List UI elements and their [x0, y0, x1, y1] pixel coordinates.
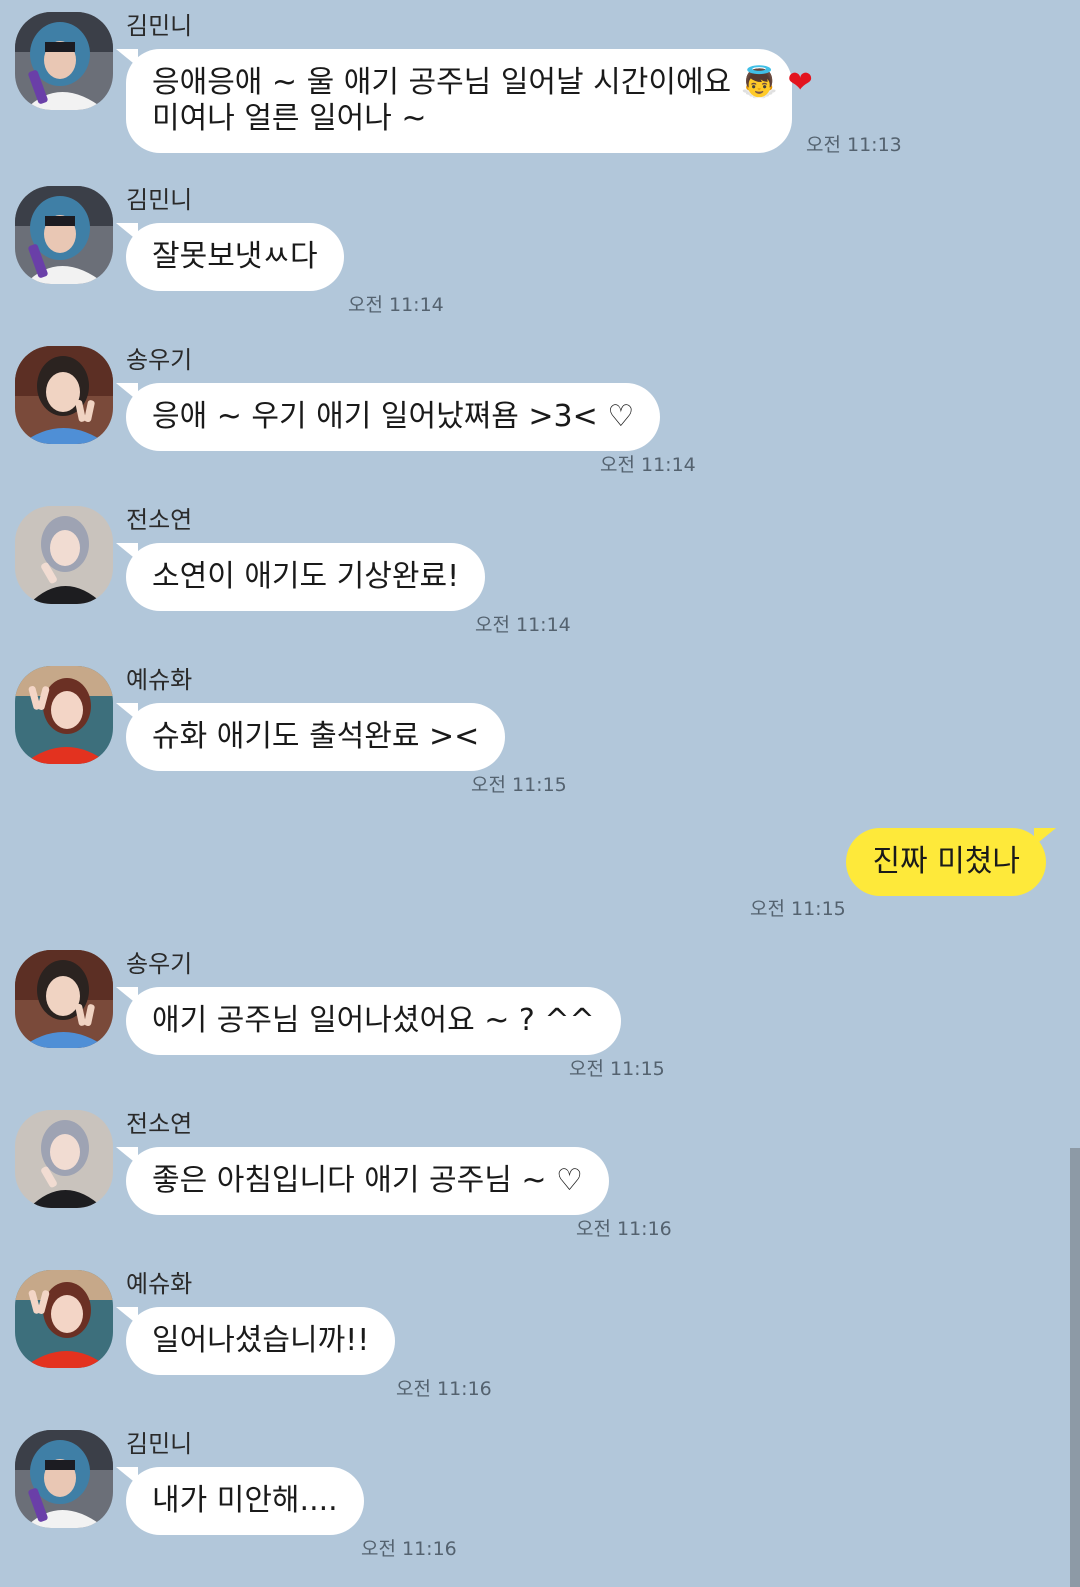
avatar[interactable] — [15, 1430, 113, 1528]
message-text: 응애응애 ~ 울 애기 공주님 일어날 시간이에요 — [152, 65, 732, 100]
avatar-silver-hair-icon — [15, 1110, 113, 1208]
avatar-red-outfit-icon — [15, 1270, 113, 1368]
avatar[interactable] — [15, 186, 113, 284]
message-text: 소연이 애기도 기상완료! — [152, 559, 460, 594]
message-text: 슈화 애기도 출석완료 >< — [152, 719, 480, 754]
avatar[interactable] — [15, 1270, 113, 1368]
sender-name: 예슈화 — [126, 1270, 193, 1298]
sender-name: 김민니 — [126, 12, 193, 40]
message-timestamp: 오전 11:14 — [348, 294, 444, 316]
sender-name: 전소연 — [126, 1110, 193, 1138]
sender-name: 송우기 — [126, 950, 193, 978]
message-text: 내가 미안해.... — [152, 1483, 338, 1518]
message-timestamp: 오전 11:15 — [569, 1058, 665, 1080]
message-text: 진짜 미쳤나 — [872, 844, 1020, 879]
message-bubble[interactable]: 좋은 아침입니다 애기 공주님 ~ ♡ — [116, 1147, 609, 1215]
avatar[interactable] — [15, 506, 113, 604]
message-timestamp: 오전 11:14 — [475, 614, 571, 636]
message-timestamp: 오전 11:15 — [750, 898, 846, 920]
message-text: 일어나셨습니까!! — [152, 1323, 370, 1358]
message-bubble[interactable]: 내가 미안해.... — [116, 1467, 364, 1535]
avatar[interactable] — [15, 666, 113, 764]
message-text: 좋은 아침입니다 애기 공주님 ~ ♡ — [152, 1163, 583, 1198]
message-text: 애기 공주님 일어나셨어요 ~ ? ^^ — [152, 1003, 595, 1038]
message-bubble[interactable]: 응애응애 ~ 울 애기 공주님 일어날 시간이에요 👼 ❤ 미여나 얼른 일어나… — [116, 49, 813, 153]
avatar-peace-sign-icon — [15, 346, 113, 444]
message-bubble[interactable]: 일어나셨습니까!! — [115, 1307, 396, 1375]
red-heart-emoji: ❤ — [787, 65, 813, 100]
message-timestamp: 오전 11:16 — [576, 1218, 672, 1240]
my-message-bubble[interactable]: 진짜 미쳤나 — [846, 828, 1056, 896]
message-timestamp: 오전 11:14 — [600, 454, 696, 476]
baby-angel-emoji: 👼 — [740, 65, 779, 100]
scrollbar[interactable] — [1070, 1148, 1080, 1587]
avatar[interactable] — [15, 12, 113, 110]
avatar[interactable] — [15, 346, 113, 444]
message-bubble[interactable]: 잘못보냇ㅆ다 — [116, 223, 344, 291]
sender-name: 김민니 — [126, 1430, 193, 1458]
message-bubble[interactable]: 소연이 애기도 기상완료! — [115, 543, 486, 611]
avatar-blue-hood-icon — [15, 186, 113, 284]
message-timestamp: 오전 11:16 — [396, 1378, 492, 1400]
sender-name: 송우기 — [126, 346, 193, 374]
message-bubble[interactable]: 응애 ~ 우기 애기 일어났쪄욤 >3< ♡ — [115, 383, 661, 451]
message-text: 미여나 얼른 일어나 ~ — [152, 101, 427, 136]
message-bubble[interactable]: 슈화 애기도 출석완료 >< — [115, 703, 506, 771]
avatar-red-outfit-icon — [15, 666, 113, 764]
message-text: 응애 ~ 우기 애기 일어났쪄욤 >3< ♡ — [152, 399, 635, 434]
avatar[interactable] — [15, 1110, 113, 1208]
avatar-blue-hood-icon — [15, 12, 113, 110]
sender-name: 전소연 — [126, 506, 193, 534]
sender-name: 예슈화 — [126, 666, 193, 694]
message-timestamp: 오전 11:16 — [361, 1538, 457, 1560]
message-text: 잘못보냇ㅆ다 — [152, 239, 318, 274]
message-bubble[interactable]: 애기 공주님 일어나셨어요 ~ ? ^^ — [116, 987, 621, 1055]
avatar-blue-hood-icon — [15, 1430, 113, 1528]
avatar-peace-sign-icon — [15, 950, 113, 1048]
sender-name: 김민니 — [126, 186, 193, 214]
message-timestamp: 오전 11:13 — [806, 134, 902, 156]
message-timestamp: 오전 11:15 — [471, 774, 567, 796]
avatar[interactable] — [15, 950, 113, 1048]
avatar-silver-hair-icon — [15, 506, 113, 604]
